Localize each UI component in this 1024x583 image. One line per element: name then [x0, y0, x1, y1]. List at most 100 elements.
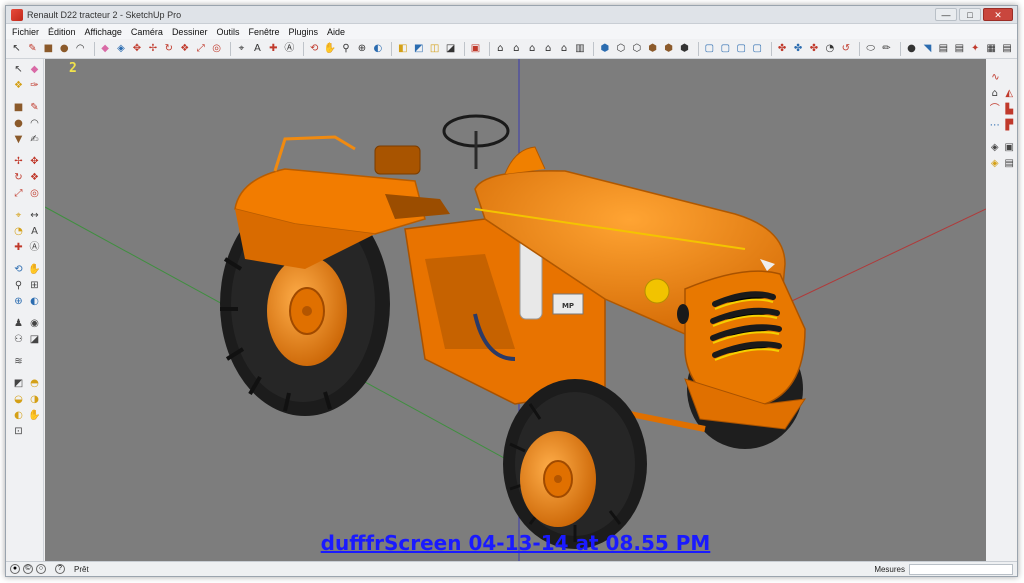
get-models-icon[interactable]: ◧ — [396, 42, 409, 56]
paint-bucket-icon[interactable]: ◈ — [115, 42, 128, 56]
paint-icon[interactable]: ◥ — [921, 42, 934, 56]
hidden-line-icon[interactable]: ⬡ — [630, 42, 643, 56]
menu-fichier[interactable]: Fichier — [12, 27, 39, 37]
curve-tool-icon[interactable]: ∿ — [989, 71, 1002, 84]
sheet-icon[interactable]: ▤ — [953, 42, 966, 56]
iso-view-icon[interactable]: ⌂ — [494, 42, 507, 56]
orbit-tool-icon[interactable]: ⟲ — [12, 263, 25, 276]
photo-texture-icon[interactable]: ✤ — [807, 42, 820, 56]
pointer-icon[interactable]: ↖ — [10, 42, 23, 56]
rectangle-icon[interactable]: ■ — [42, 42, 55, 56]
pan-icon[interactable]: ✋ — [324, 42, 337, 56]
sandbox-icon[interactable]: ▢ — [703, 42, 716, 56]
smoove-tool-icon[interactable]: ◩ — [12, 377, 25, 390]
hand-tool-icon[interactable]: ✋ — [28, 409, 41, 422]
solid-tools-icon[interactable]: ◔ — [823, 42, 836, 56]
previous-tool-icon[interactable]: ◐ — [28, 295, 41, 308]
joint-push-pull-icon[interactable]: ⌂ — [989, 87, 1001, 100]
extrude-icon[interactable]: ◭ — [1004, 87, 1016, 100]
window-tool-icon[interactable]: ▣ — [1004, 141, 1016, 154]
3d-text-tool-icon[interactable]: Ⓐ — [28, 241, 41, 254]
minimize-button[interactable]: — — [935, 8, 957, 21]
protractor-tool-icon[interactable]: ◔ — [12, 225, 25, 238]
previous-view-icon[interactable]: ◐ — [371, 42, 384, 56]
make-component-icon[interactable]: ❖ — [12, 79, 25, 92]
shaded-icon[interactable]: ⬢ — [646, 42, 659, 56]
sandbox-tool-icon[interactable]: ≋ — [12, 355, 25, 368]
text-icon[interactable]: A — [251, 42, 264, 56]
zoom-extents-icon[interactable]: ⊕ — [356, 42, 369, 56]
roof-tool-icon[interactable]: ▛ — [1004, 119, 1016, 132]
menu-dessiner[interactable]: Dessiner — [172, 27, 208, 37]
push-pull-tool-icon[interactable]: ✥ — [28, 155, 41, 168]
follow-me-tool-icon[interactable]: ❖ — [28, 171, 41, 184]
offset-icon[interactable]: ◎ — [210, 42, 223, 56]
dimension-tool-icon[interactable]: ↔ — [28, 209, 41, 222]
zoom-tool-icon[interactable]: ⚲ — [12, 279, 25, 292]
style-icon[interactable]: ▣ — [469, 42, 482, 56]
polygon-tool-icon[interactable]: ▼ — [12, 133, 25, 146]
move-icon[interactable]: ✢ — [146, 42, 159, 56]
geo-location-status-icon[interactable]: ● — [10, 564, 20, 574]
menu-edition[interactable]: Édition — [48, 27, 76, 37]
menu-camera[interactable]: Caméra — [131, 27, 163, 37]
arc-tool-icon[interactable]: ◠ — [28, 117, 41, 130]
orbit-icon[interactable]: ⟲ — [308, 42, 321, 56]
tape-tool-icon[interactable]: ⌖ — [12, 209, 25, 222]
flip-edge-icon[interactable]: ◐ — [12, 409, 25, 422]
measurements-input[interactable] — [909, 564, 1013, 575]
wireframe-icon[interactable]: ⬡ — [614, 42, 627, 56]
front-view-icon[interactable]: ⌂ — [526, 42, 539, 56]
paint-tool-icon[interactable]: ✑ — [28, 79, 41, 92]
building-icon[interactable]: ▙ — [1004, 103, 1016, 116]
right-view-icon[interactable]: ⌂ — [542, 42, 555, 56]
fog-icon[interactable]: ▢ — [751, 42, 764, 56]
line-tool-icon[interactable]: ✎ — [28, 101, 41, 114]
scale-tool-icon[interactable]: ⤢ — [12, 187, 25, 200]
info-icon[interactable]: ▤ — [1001, 42, 1014, 56]
credits-status-icon[interactable]: © — [23, 564, 33, 574]
menu-affichage[interactable]: Affichage — [85, 27, 122, 37]
lock-icon[interactable]: ⊡ — [12, 425, 25, 438]
layer-manager-icon[interactable]: ◈ — [989, 141, 1001, 154]
export-icon[interactable]: ✏ — [880, 42, 893, 56]
freehand-tool-icon[interactable]: ✍ — [28, 133, 41, 146]
follow-me-icon[interactable]: ❖ — [178, 42, 191, 56]
screenshot-caption[interactable]: dufffrScreen 04-13-14 at 08.55 PM — [45, 531, 986, 555]
transform-icon[interactable]: ✦ — [969, 42, 982, 56]
match-photo-icon[interactable]: ✤ — [776, 42, 789, 56]
bomb-icon[interactable]: ● — [905, 42, 918, 56]
menu-plugins[interactable]: Plugins — [289, 27, 319, 37]
monochrome-icon[interactable]: ⬢ — [678, 42, 691, 56]
grid-tool-icon[interactable]: ⋯ — [989, 119, 1001, 132]
eraser-tool-icon[interactable]: ◆ — [28, 63, 41, 76]
stamp-tool-icon[interactable]: ◓ — [28, 377, 41, 390]
section-tool-icon[interactable]: ◪ — [28, 333, 41, 346]
top-view-icon[interactable]: ⌂ — [510, 42, 523, 56]
section-plane-icon[interactable]: ◪ — [444, 42, 457, 56]
close-button[interactable]: ✕ — [983, 8, 1013, 21]
zoom-extents-tool-icon[interactable]: ⊕ — [12, 295, 25, 308]
layer-icon[interactable]: ▢ — [719, 42, 732, 56]
geo-location-icon[interactable]: ✤ — [792, 42, 805, 56]
back-view-icon[interactable]: ⌂ — [558, 42, 571, 56]
push-pull-icon[interactable]: ✥ — [130, 42, 143, 56]
xray-icon[interactable]: ⬢ — [598, 42, 611, 56]
add-detail-icon[interactable]: ◑ — [28, 393, 41, 406]
3d-text-icon[interactable]: Ⓐ — [283, 42, 296, 56]
tape-measure-icon[interactable]: ⌖ — [235, 42, 248, 56]
axes-icon[interactable]: ✚ — [267, 42, 280, 56]
help-status-icon[interactable]: ? — [55, 564, 65, 574]
printer-icon[interactable]: ▦ — [985, 42, 998, 56]
stair-tool-icon[interactable]: ▤ — [1004, 157, 1016, 170]
zoom-icon[interactable]: ⚲ — [340, 42, 353, 56]
menu-fenetre[interactable]: Fenêtre — [248, 27, 279, 37]
menu-outils[interactable]: Outils — [216, 27, 239, 37]
component-icon[interactable]: ◫ — [428, 42, 441, 56]
select-tool-icon[interactable]: ↖ — [12, 63, 25, 76]
rectangle-tool-icon[interactable]: ■ — [12, 101, 25, 114]
arc-icon[interactable]: ◠ — [74, 42, 87, 56]
dynamic-component-icon[interactable]: ↺ — [839, 42, 852, 56]
warehouse-icon[interactable]: ⬭ — [864, 42, 877, 56]
circle-tool-icon[interactable]: ● — [12, 117, 25, 130]
